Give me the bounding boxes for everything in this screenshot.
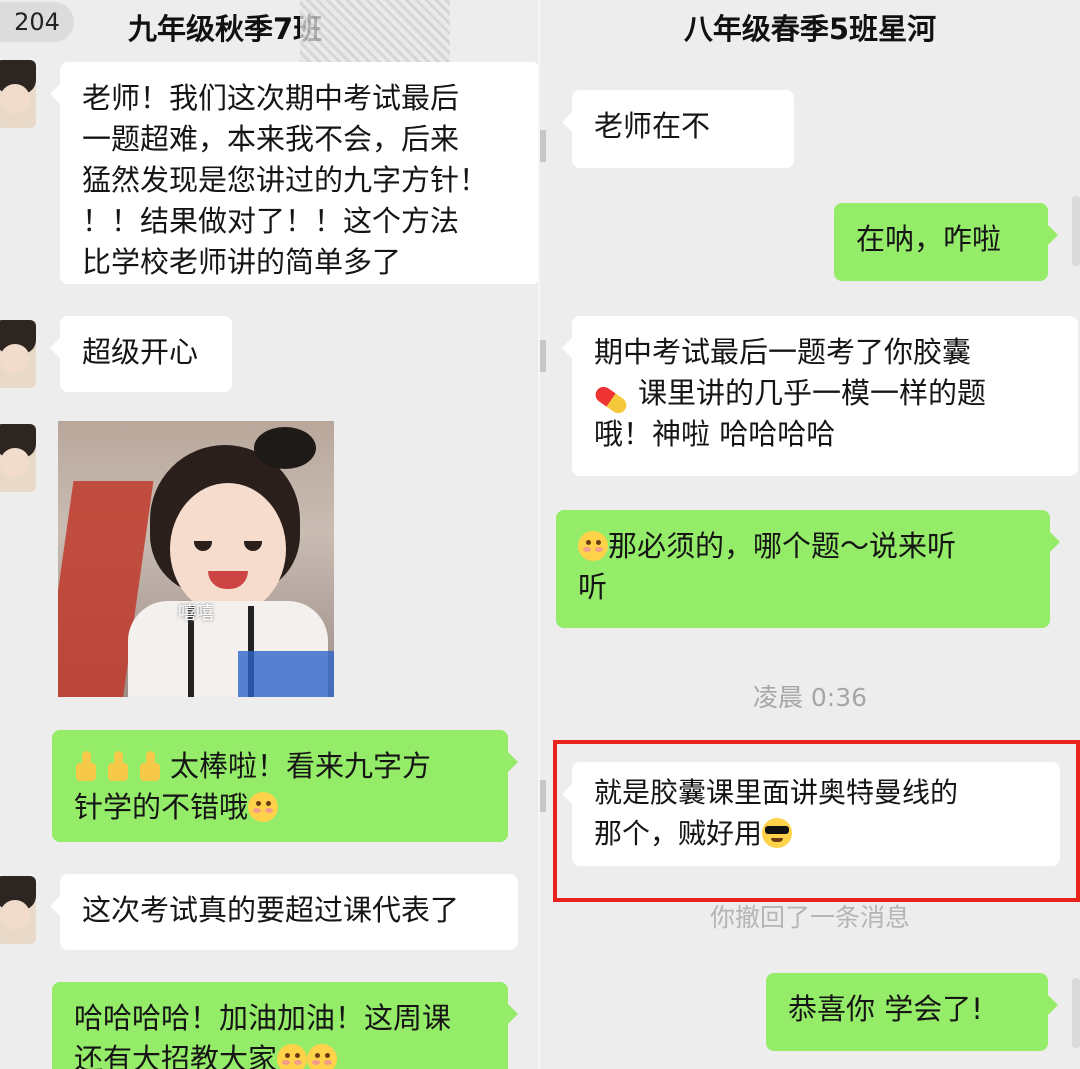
message-text: 那必须的，哪个题～说来听 听	[578, 529, 957, 604]
message-bubble-outgoing[interactable]: 恭喜你 学会了!	[766, 973, 1058, 1051]
message-text: 老师！我们这次期中考试最后 一题超难，本来我不会，后来 猛然发现是您讲过的九字方…	[82, 81, 489, 279]
blushing-face-icon	[248, 792, 279, 822]
student-avatar[interactable]	[0, 320, 36, 388]
message-bubble[interactable]: 就是胶囊课里面讲奥特曼线的 那个，贼好用	[562, 762, 1060, 866]
avatar-edge	[1072, 196, 1080, 266]
blushing-face-icon	[277, 1044, 308, 1069]
message-text: 课里讲的几乎一模一样的题 哦！神啦 哈哈哈哈	[594, 376, 987, 451]
thumbs-up-icon	[138, 751, 164, 781]
message-bubble[interactable]: 期中考试最后一题考了你胶囊 课里讲的几乎一模一样的题 哦！神啦 哈哈哈哈	[562, 316, 1078, 476]
message-text: 这次考试真的要超过课代表了	[82, 893, 460, 927]
message-bubble-outgoing[interactable]: 在呐，咋啦	[834, 203, 1058, 281]
right-chat-title: 八年级春季5班星河	[683, 12, 937, 46]
message-text: 在呐，咋啦	[856, 222, 1002, 256]
avatar-edge	[540, 780, 546, 812]
message-bubble-outgoing[interactable]: 那必须的，哪个题～说来听 听	[556, 510, 1060, 628]
left-chat-pane: 204 九年级秋季7班 老师！我们这次期中考试最后 一题超难，本来我不会，后来 …	[0, 0, 540, 1069]
left-chat-title: 九年级秋季7班	[128, 12, 323, 46]
message-bubble[interactable]: 这次考试真的要超过课代表了	[50, 874, 518, 950]
right-chat-pane: 八年级春季5班星河 老师在不 在呐，咋啦 期中考试最后一题考了你胶囊 课里讲的几…	[540, 0, 1080, 1069]
message-bubble-outgoing[interactable]: 哈哈哈哈！加油加油！这周课 还有大招教大家	[52, 982, 518, 1069]
redaction-smudge	[300, 0, 450, 64]
message-text: 哈哈哈哈！加油加油！这周课 还有大招教大家	[74, 1001, 452, 1069]
message-bubble[interactable]: 老师在不	[562, 90, 794, 168]
recall-notice: 你撤回了一条消息	[709, 903, 910, 932]
message-text: 期中考试最后一题考了你胶囊	[594, 335, 972, 369]
sticker-image[interactable]: 嘻嘻	[58, 421, 334, 697]
student-avatar[interactable]	[0, 876, 36, 944]
message-bubble-outgoing[interactable]: 太棒啦！看来九字方 针学的不错哦	[52, 730, 518, 842]
unread-count-badge[interactable]: 204	[0, 2, 74, 42]
thumbs-up-icon	[106, 751, 132, 781]
message-timestamp: 凌晨 0:36	[752, 683, 868, 712]
student-avatar[interactable]	[0, 424, 36, 492]
message-bubble[interactable]: 超级开心	[50, 316, 232, 392]
blushing-face-icon	[578, 531, 608, 561]
message-text: 老师在不	[594, 109, 711, 143]
left-chat-header: 204 九年级秋季7班	[0, 0, 540, 64]
message-text: 恭喜你 学会了!	[788, 992, 983, 1026]
blushing-face-icon	[307, 1044, 338, 1069]
avatar-edge	[1072, 978, 1080, 1048]
message-text: 超级开心	[82, 335, 199, 369]
sticker-caption: 嘻嘻	[178, 603, 214, 624]
sunglasses-face-icon	[762, 818, 793, 848]
thumbs-up-icon	[74, 751, 100, 781]
message-bubble[interactable]: 老师！我们这次期中考试最后 一题超难，本来我不会，后来 猛然发现是您讲过的九字方…	[50, 62, 540, 284]
avatar-edge	[540, 130, 546, 162]
pill-icon	[592, 383, 630, 417]
avatar-edge	[540, 340, 546, 372]
student-avatar[interactable]	[0, 60, 36, 128]
right-chat-header: 八年级春季5班星河	[540, 0, 1080, 64]
